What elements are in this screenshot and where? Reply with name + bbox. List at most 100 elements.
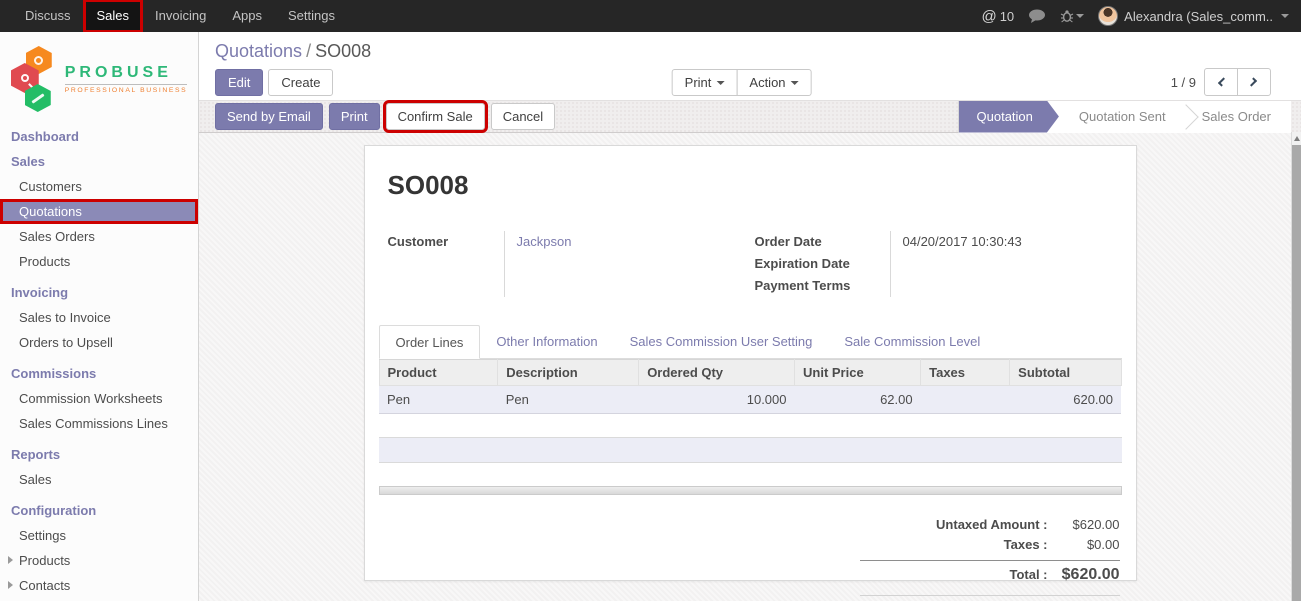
untaxed-amount-label: Untaxed Amount : [860,515,1048,535]
page-title: SO008 [388,170,1122,201]
chevron-down-icon [791,81,799,85]
sidebar-item-products[interactable]: Products [0,249,198,274]
scrollbar-thumb[interactable] [1292,145,1301,601]
chevron-down-icon [1281,14,1289,18]
main-area: Quotations/SO008 Edit Create Print Actio… [199,32,1301,601]
column-header-subtotal[interactable]: Subtotal [1010,360,1121,386]
statusbar: Send by Email Print Confirm Sale Cancel … [199,100,1301,133]
sidebar: PROBUSE PROFESSIONAL BUSINESS Dashboard … [0,32,199,601]
table-header-row: Product Description Ordered Qty Unit Pri… [379,360,1121,386]
sidebar-item-customers[interactable]: Customers [0,174,198,199]
payment-terms-label: Payment Terms [755,275,890,297]
chevron-left-icon [1218,77,1227,86]
nav-settings[interactable]: Settings [275,0,348,32]
status-quotation-sent[interactable]: Quotation Sent [1059,101,1186,133]
at-icon [981,8,996,25]
dates-field-group: Order Date Expiration Date Payment Terms… [755,231,1122,297]
sidebar-header-reports[interactable]: Reports [0,442,198,467]
cancel-button[interactable]: Cancel [491,103,555,130]
user-menu[interactable]: Alexandra (Sales_comm.. [1098,6,1289,26]
scrollbar-up-arrow[interactable] [1292,132,1301,145]
total-label: Total : [860,565,1048,585]
chevron-right-icon[interactable] [8,556,13,564]
chevron-down-icon [716,81,724,85]
print-dropdown-button[interactable]: Print [672,69,738,96]
sidebar-item-sales-to-invoice[interactable]: Sales to Invoice [0,305,198,330]
sidebar-header-sales[interactable]: Sales [0,149,198,174]
column-header-ordered-qty[interactable]: Ordered Qty [639,360,795,386]
sidebar-header-configuration[interactable]: Configuration [0,498,198,523]
sidebar-item-config-contacts[interactable]: Contacts [0,573,198,598]
customer-label: Customer [388,231,504,253]
sidebar-item-commission-worksheets[interactable]: Commission Worksheets [0,386,198,411]
sidebar-header-commissions[interactable]: Commissions [0,361,198,386]
totals-section: Untaxed Amount : $620.00 Taxes : $0.00 T… [860,515,1122,596]
tab-other-information[interactable]: Other Information [480,325,613,359]
breadcrumb: Quotations/SO008 [215,39,1285,63]
breadcrumb-quotations-link[interactable]: Quotations [215,41,302,61]
sidebar-item-config-products[interactable]: Products [0,548,198,573]
expiration-date-value [903,253,1122,275]
create-button[interactable]: Create [268,69,333,96]
sidebar-item-settings[interactable]: Settings [0,523,198,548]
totals-divider [860,560,1120,561]
status-pipeline: Quotation Quotation Sent Sales Order [958,101,1291,133]
totals-bottom-border [860,595,1120,596]
nav-sales[interactable]: Sales [84,0,143,32]
cell-ordered-qty[interactable]: 10.000 [639,386,795,414]
tab-sale-commission-level[interactable]: Sale Commission Level [828,325,996,359]
expiration-date-label: Expiration Date [755,253,890,275]
tab-sales-commission-user-setting[interactable]: Sales Commission User Setting [614,325,829,359]
cell-description[interactable]: Pen [498,386,639,414]
column-header-taxes[interactable]: Taxes [921,360,1010,386]
sidebar-item-orders-to-upsell[interactable]: Orders to Upsell [0,330,198,355]
sidebar-item-sales-orders[interactable]: Sales Orders [0,224,198,249]
logo-subtitle: PROFESSIONAL BUSINESS [65,84,188,94]
horizontal-scrollbar[interactable] [379,486,1122,495]
breadcrumb-separator: / [302,41,315,61]
sidebar-item-quotations[interactable]: Quotations [0,199,198,224]
cell-unit-price[interactable]: 62.00 [795,386,921,414]
nav-apps[interactable]: Apps [219,0,275,32]
action-dropdown-button[interactable]: Action [736,69,811,96]
sidebar-item-label: Products [19,553,70,568]
cell-subtotal[interactable]: 620.00 [1010,386,1121,414]
order-date-label: Order Date [755,231,890,253]
table-row[interactable]: Pen Pen 10.000 62.00 620.00 [379,386,1121,414]
pager-next-button[interactable] [1237,68,1271,96]
column-header-unit-price[interactable]: Unit Price [795,360,921,386]
pager-previous-button[interactable] [1204,68,1238,96]
edit-button[interactable]: Edit [215,69,263,96]
sidebar-item-reports-sales[interactable]: Sales [0,467,198,492]
column-header-product[interactable]: Product [379,360,498,386]
debug-menu-button[interactable] [1060,9,1084,23]
taxes-value: $0.00 [1048,535,1120,555]
messages-icon[interactable] [1028,9,1046,23]
bug-icon [1060,9,1074,23]
sidebar-item-label: Contacts [19,578,70,593]
customer-value-link[interactable]: Jackpson [517,231,755,253]
inbox-button[interactable]: 10 [981,8,1014,25]
sidebar-header-dashboard[interactable]: Dashboard [0,124,198,149]
send-by-email-button[interactable]: Send by Email [215,103,323,130]
cell-taxes[interactable] [921,386,1010,414]
vertical-scrollbar[interactable] [1291,132,1301,601]
quotation-sheet: SO008 Customer Jackpson Order Date E [364,145,1137,581]
sidebar-header-invoicing[interactable]: Invoicing [0,280,198,305]
nav-discuss[interactable]: Discuss [12,0,84,32]
chevron-right-icon[interactable] [8,581,13,589]
tab-order-lines[interactable]: Order Lines [379,325,481,359]
print-button[interactable]: Print [329,103,380,130]
pager-value: 1 / 9 [1171,75,1196,90]
total-value: $620.00 [1048,565,1120,585]
column-header-description[interactable]: Description [498,360,639,386]
nav-invoicing[interactable]: Invoicing [142,0,219,32]
notebook-tabs: Order Lines Other Information Sales Comm… [379,325,1122,359]
avatar [1098,6,1118,26]
cell-product[interactable]: Pen [379,386,498,414]
sidebar-item-sales-commissions-lines[interactable]: Sales Commissions Lines [0,411,198,436]
control-panel: Quotations/SO008 Edit Create Print Actio… [199,32,1301,100]
status-quotation[interactable]: Quotation [959,101,1059,133]
chevron-down-icon [1076,14,1084,18]
confirm-sale-button[interactable]: Confirm Sale [386,103,485,130]
